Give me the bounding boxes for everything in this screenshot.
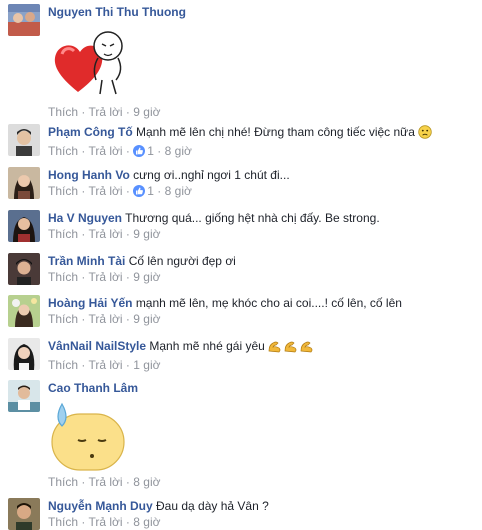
thumbs-up-icon[interactable]	[133, 145, 146, 157]
comment-time[interactable]: 8 giờ	[165, 184, 192, 198]
comment-list: Nguyen Thi Thu Thuong Thích · Trả lời ·	[0, 0, 482, 530]
sweat-drop-face-sticker	[48, 400, 128, 474]
like-link[interactable]: Thích	[48, 144, 78, 158]
reply-link[interactable]: Trả lời	[88, 227, 122, 241]
reply-link[interactable]: Trả lời	[88, 270, 122, 284]
avatar[interactable]	[8, 253, 40, 285]
comment-text: Đau dạ dày hả Vân ?	[156, 499, 269, 513]
heart-hug-sticker	[48, 24, 128, 104]
like-link[interactable]: Thích	[48, 227, 78, 241]
reply-link[interactable]: Trả lời	[88, 515, 122, 529]
flexed-biceps-emoji	[268, 339, 316, 357]
reply-link[interactable]: Trả lời	[88, 475, 122, 489]
comment-time[interactable]: 9 giờ	[133, 312, 160, 326]
comment-text: Thương quá... giống hệt nhà chị đấy. Be …	[125, 211, 380, 225]
comment-actions: Thích · Trả lời · 8 giờ	[48, 515, 161, 529]
avatar[interactable]	[8, 380, 40, 412]
comment-text: Cố lên người đẹp ơi	[128, 254, 236, 268]
comment-time[interactable]: 8 giờ	[165, 144, 192, 158]
comment-time[interactable]: 8 giờ	[133, 515, 160, 529]
sad-face-emoji	[418, 125, 432, 143]
reply-link[interactable]: Trả lời	[88, 144, 122, 158]
comment-actions: Thích · Trả lời · 1 · 8 giờ	[48, 144, 192, 158]
comment-actions: Thích · Trả lời · 9 giờ	[48, 312, 161, 326]
like-link[interactable]: Thích	[48, 475, 78, 489]
thumbs-up-icon[interactable]	[133, 185, 146, 197]
comment-author[interactable]: Hong Hanh Vo	[48, 168, 130, 182]
comment-actions: Thích · Trả lời · 1 · 8 giờ	[48, 184, 192, 198]
avatar[interactable]	[8, 167, 40, 199]
like-link[interactable]: Thích	[48, 184, 78, 198]
avatar[interactable]	[8, 210, 40, 242]
like-count[interactable]: 1	[147, 144, 154, 158]
comment-actions: Thích · Trả lời · 9 giờ	[48, 105, 161, 119]
like-count[interactable]: 1	[147, 184, 154, 198]
comment-time[interactable]: 9 giờ	[133, 227, 160, 241]
comment-time[interactable]: 8 giờ	[133, 475, 160, 489]
comment-author[interactable]: Ha V Nguyen	[48, 211, 122, 225]
comment-text: Mạnh mẽ lên chị nhé! Đừng tham công tiếc…	[136, 125, 415, 139]
comment-author[interactable]: Trần Minh Tài	[48, 254, 125, 268]
comment-text: Mạnh mẽ nhé gái yêu	[149, 339, 265, 353]
like-link[interactable]: Thích	[48, 358, 78, 372]
comment-actions: Thích · Trả lời · 9 giờ	[48, 227, 161, 241]
avatar[interactable]	[8, 124, 40, 156]
comment-actions: Thích · Trả lời · 9 giờ	[48, 270, 161, 284]
reply-link[interactable]: Trả lời	[88, 312, 122, 326]
comment-time[interactable]: 9 giờ	[133, 270, 160, 284]
avatar[interactable]	[8, 295, 40, 327]
like-link[interactable]: Thích	[48, 515, 78, 529]
like-link[interactable]: Thích	[48, 312, 78, 326]
comment-author[interactable]: Nguyen Thi Thu Thuong	[48, 5, 186, 19]
comment-author[interactable]: VânNail NailStyle	[48, 339, 146, 353]
avatar[interactable]	[8, 498, 40, 530]
like-link[interactable]: Thích	[48, 105, 78, 119]
comment-text: cưng ơi..nghỉ ngơi 1 chút đi...	[133, 168, 290, 182]
comment-author[interactable]: Nguyễn Mạnh Duy	[48, 499, 153, 513]
comment-text: mạnh mẽ lên, mẹ khóc cho ai coi....! cố …	[135, 296, 402, 310]
comment-actions: Thích · Trả lời · 1 giờ	[48, 358, 161, 372]
avatar[interactable]	[8, 338, 40, 370]
comment-time[interactable]: 9 giờ	[133, 105, 160, 119]
reply-link[interactable]: Trả lời	[88, 105, 122, 119]
like-link[interactable]: Thích	[48, 270, 78, 284]
comment-author[interactable]: Phạm Công Tố	[48, 125, 133, 139]
comment-author[interactable]: Hoàng Hải Yến	[48, 296, 132, 310]
comment-time[interactable]: 1 giờ	[133, 358, 160, 372]
reply-link[interactable]: Trả lời	[88, 358, 122, 372]
reply-link[interactable]: Trả lời	[88, 184, 122, 198]
avatar[interactable]	[8, 4, 40, 36]
comment-actions: Thích · Trả lời · 8 giờ	[48, 475, 161, 489]
comment-author[interactable]: Cao Thanh Lâm	[48, 381, 138, 395]
